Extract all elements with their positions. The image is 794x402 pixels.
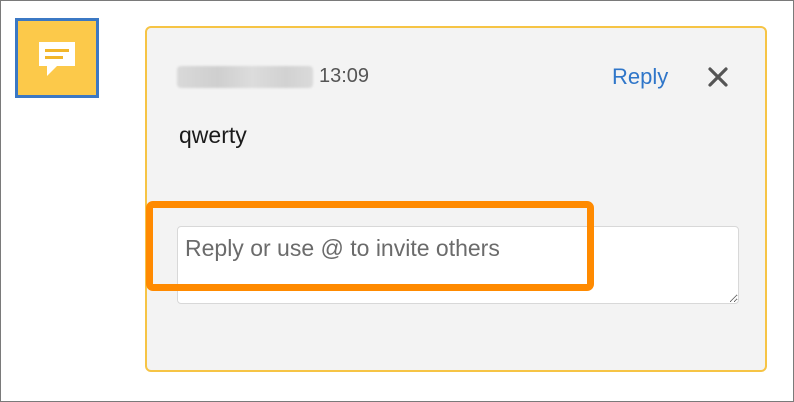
close-icon: [708, 67, 728, 87]
reply-input[interactable]: [177, 226, 739, 304]
comment-icon: [39, 42, 75, 76]
author-name-redacted: [177, 66, 313, 88]
reply-link[interactable]: Reply: [612, 64, 668, 90]
close-button[interactable]: [705, 64, 731, 90]
comment-window: 13:09 Reply qwerty: [0, 0, 794, 402]
comment-text: qwerty: [179, 122, 247, 148]
comment-marker[interactable]: [15, 18, 99, 98]
comment-card: 13:09 Reply qwerty: [145, 26, 767, 372]
comment-timestamp: 13:09: [319, 65, 370, 87]
